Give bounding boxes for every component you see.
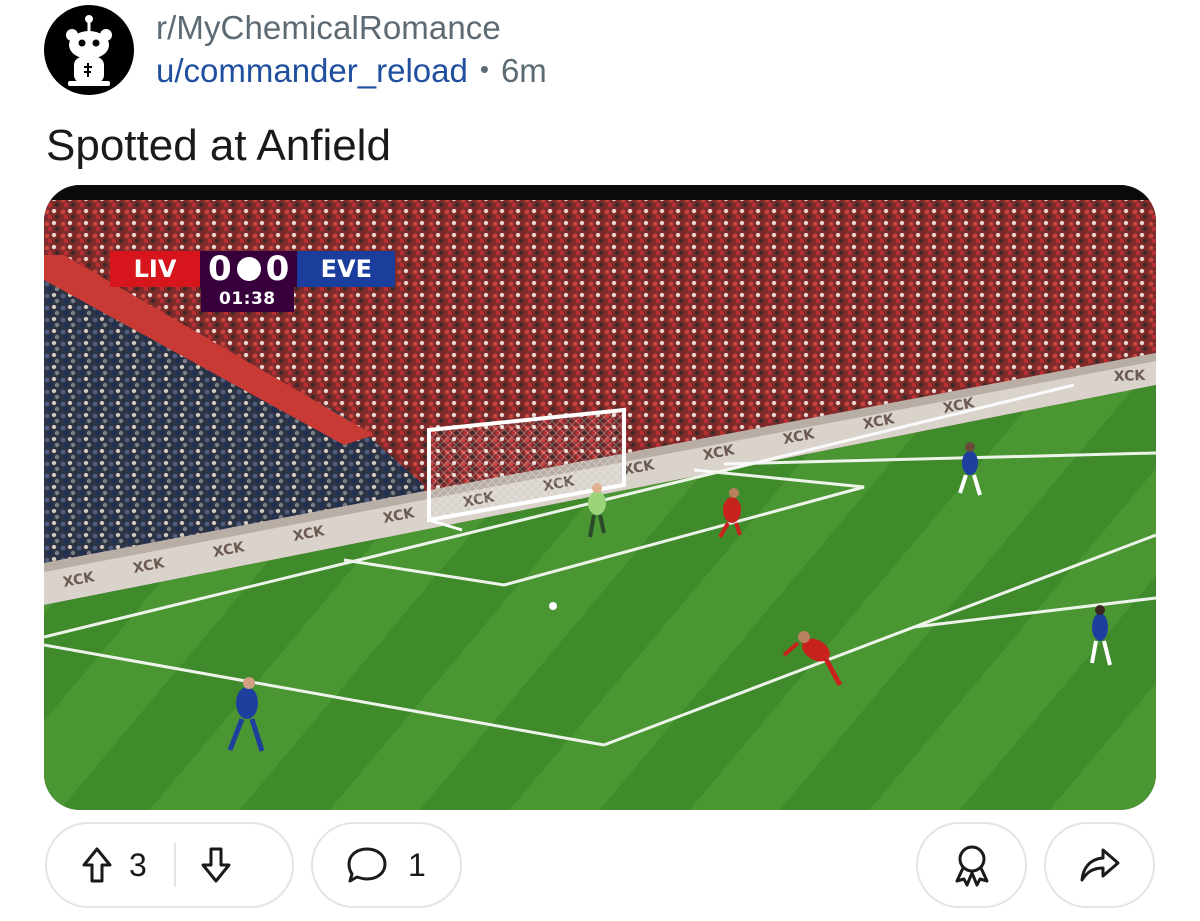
downvote-button[interactable] bbox=[200, 846, 232, 884]
upvote-icon bbox=[82, 847, 112, 883]
subreddit-name[interactable]: r/MyChemicalRomance bbox=[156, 9, 501, 47]
share-icon bbox=[1080, 848, 1119, 882]
comment-icon-wrap bbox=[346, 846, 388, 884]
vote-control: 3 bbox=[45, 822, 294, 908]
author-link[interactable]: u/commander_reload bbox=[156, 52, 468, 89]
home-score: 0 bbox=[208, 249, 232, 289]
upvote-button[interactable] bbox=[81, 846, 113, 884]
match-clock: 01:38 bbox=[201, 287, 294, 312]
downvote-icon bbox=[201, 847, 231, 883]
award-button[interactable] bbox=[916, 822, 1027, 908]
comment-count: 1 bbox=[408, 846, 426, 883]
reddit-post: r/MyChemicalRomance u/commander_reload • 6… bbox=[0, 0, 1200, 921]
meta-separator: • bbox=[479, 54, 489, 84]
home-team: LIV bbox=[110, 251, 200, 287]
score-block: 0 0 bbox=[200, 249, 298, 289]
away-team: EVE bbox=[297, 251, 396, 287]
share-button[interactable] bbox=[1044, 822, 1155, 908]
comment-icon bbox=[347, 847, 387, 883]
snoo-avatar-icon bbox=[66, 15, 112, 86]
post-meta: u/commander_reload • 6m bbox=[156, 52, 547, 90]
away-score: 0 bbox=[265, 249, 290, 289]
scoreboard: LIV 0 0 EVE bbox=[110, 249, 396, 289]
comment-button[interactable]: 1 bbox=[311, 822, 462, 908]
post-age: 6m bbox=[500, 52, 547, 89]
post-image[interactable]: XCK XCK XCK XCK XCK XCK XCK XCK XCK XCK … bbox=[44, 185, 1156, 810]
vote-divider bbox=[173, 843, 176, 887]
upvote-count: 3 bbox=[129, 846, 147, 883]
subreddit-avatar[interactable] bbox=[44, 5, 134, 95]
post-title[interactable]: Spotted at Anfield bbox=[46, 121, 391, 171]
award-icon bbox=[955, 845, 988, 887]
league-logo-icon bbox=[233, 254, 264, 284]
svg-text:XCK: XCK bbox=[1114, 368, 1147, 385]
